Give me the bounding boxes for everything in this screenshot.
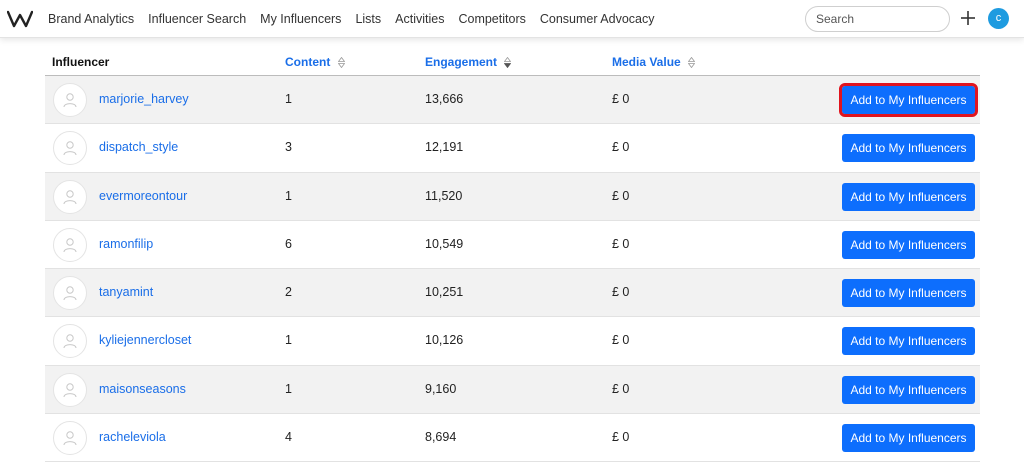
nav-influencer-search[interactable]: Influencer Search (148, 12, 246, 26)
sort-icon (337, 57, 345, 69)
influencer-name-link[interactable]: dispatch_style (99, 140, 178, 154)
avatar (53, 179, 87, 214)
engagement-value: 11,520 (425, 188, 463, 203)
engagement-value: 9,160 (425, 381, 457, 396)
sort-icon (688, 57, 696, 69)
header-influencer: Influencer (52, 55, 110, 69)
user-placeholder-icon (63, 334, 77, 349)
table-row: dispatch_style 3 12,191 £ 0 Add to My In… (45, 124, 980, 173)
content-count: 1 (285, 92, 292, 106)
add-to-my-influencers-button[interactable]: Add to My Influencers (842, 182, 975, 211)
avatar (53, 324, 87, 359)
nav-competitors[interactable]: Competitors (458, 12, 525, 26)
avatar (53, 421, 87, 456)
nav-brand-analytics[interactable]: Brand Analytics (48, 12, 134, 26)
add-to-my-influencers-button[interactable]: Add to My Influencers (842, 327, 975, 356)
add-to-my-influencers-button[interactable]: Add to My Influencers (839, 83, 978, 117)
user-placeholder-icon (63, 189, 77, 204)
add-to-my-influencers-button[interactable]: Add to My Influencers (842, 424, 975, 453)
engagement-value: 10,126 (425, 333, 464, 348)
media-value: £ 0 (612, 188, 630, 203)
sort-desc-icon (504, 57, 512, 69)
add-to-my-influencers-button[interactable]: Add to My Influencers (842, 375, 975, 404)
header-content-label: Content (285, 55, 331, 69)
content-count: 6 (285, 236, 292, 251)
engagement-value: 10,251 (425, 285, 464, 300)
avatar (53, 372, 87, 407)
media-value: £ 0 (612, 430, 630, 445)
table-row: ramonfilip 6 10,549 £ 0 Add to My Influe… (45, 220, 980, 270)
user-avatar[interactable]: c (988, 8, 1009, 29)
header-engagement[interactable]: Engagement (425, 55, 512, 69)
table-header: Influencer Content Engagement Media Valu… (45, 50, 980, 76)
header-engagement-label: Engagement (425, 55, 498, 69)
brand-logo-icon[interactable] (7, 9, 33, 29)
search-input[interactable] (805, 6, 950, 32)
main-nav: Brand Analytics Influencer Search My Inf… (48, 0, 669, 38)
header-content[interactable]: Content (285, 55, 345, 69)
engagement-value: 8,694 (425, 430, 457, 445)
table-row: maisonseasons 1 9,160 £ 0 Add to My Infl… (45, 365, 980, 415)
nav-activities[interactable]: Activities (395, 12, 444, 26)
top-navbar: Brand Analytics Influencer Search My Inf… (0, 0, 1024, 38)
content-count: 4 (285, 430, 292, 445)
avatar (53, 227, 87, 262)
media-value: £ 0 (612, 140, 630, 155)
avatar (53, 276, 87, 311)
table-row: kyliejennercloset 1 10,126 £ 0 Add to My… (45, 317, 980, 366)
influencer-name-link[interactable]: maisonseasons (99, 382, 186, 396)
engagement-value: 13,666 (425, 92, 464, 106)
user-placeholder-icon (63, 383, 77, 397)
influencer-name-link[interactable]: kyliejennercloset (99, 333, 191, 347)
content-count: 1 (285, 333, 292, 348)
media-value: £ 0 (612, 92, 630, 106)
user-placeholder-icon (63, 141, 77, 156)
content-count: 2 (285, 285, 292, 300)
influencer-name-link[interactable]: evermoreontour (99, 189, 187, 203)
nav-lists[interactable]: Lists (355, 12, 381, 26)
table-row: tanyamint 2 10,251 £ 0 Add to My Influen… (45, 269, 980, 318)
table-row: evermoreontour 1 11,520 £ 0 Add to My In… (45, 172, 980, 221)
header-media-value-label: Media Value (612, 55, 681, 69)
table-row: racheleviola 4 8,694 £ 0 Add to My Influ… (45, 414, 980, 463)
influencer-name-link[interactable]: tanyamint (99, 285, 153, 299)
content-count: 1 (285, 381, 292, 396)
avatar (53, 83, 87, 117)
influencer-name-link[interactable]: marjorie_harvey (99, 92, 189, 106)
content-count: 1 (285, 188, 292, 203)
nav-consumer-advocacy[interactable]: Consumer Advocacy (540, 12, 655, 26)
content-count: 3 (285, 140, 292, 155)
add-to-my-influencers-button[interactable]: Add to My Influencers (842, 134, 975, 163)
engagement-value: 12,191 (425, 140, 464, 155)
table-row: marjorie_harvey 1 13,666 £ 0 Add to My I… (45, 76, 980, 125)
engagement-value: 10,549 (425, 236, 464, 251)
add-to-my-influencers-button[interactable]: Add to My Influencers (842, 279, 975, 308)
user-placeholder-icon (63, 238, 77, 253)
header-media-value[interactable]: Media Value (612, 55, 696, 69)
influencer-table: Influencer Content Engagement Media Valu… (45, 50, 980, 463)
media-value: £ 0 (612, 333, 630, 348)
avatar (53, 131, 87, 166)
add-to-my-influencers-button[interactable]: Add to My Influencers (842, 230, 975, 259)
influencer-name-link[interactable]: ramonfilip (99, 237, 153, 251)
media-value: £ 0 (612, 236, 630, 251)
media-value: £ 0 (612, 285, 630, 300)
nav-my-influencers[interactable]: My Influencers (260, 12, 341, 26)
influencer-name-link[interactable]: racheleviola (99, 430, 166, 444)
user-placeholder-icon (63, 286, 77, 301)
plus-icon[interactable] (958, 8, 978, 28)
media-value: £ 0 (612, 381, 630, 396)
user-placeholder-icon (63, 93, 77, 108)
user-placeholder-icon (63, 431, 77, 446)
